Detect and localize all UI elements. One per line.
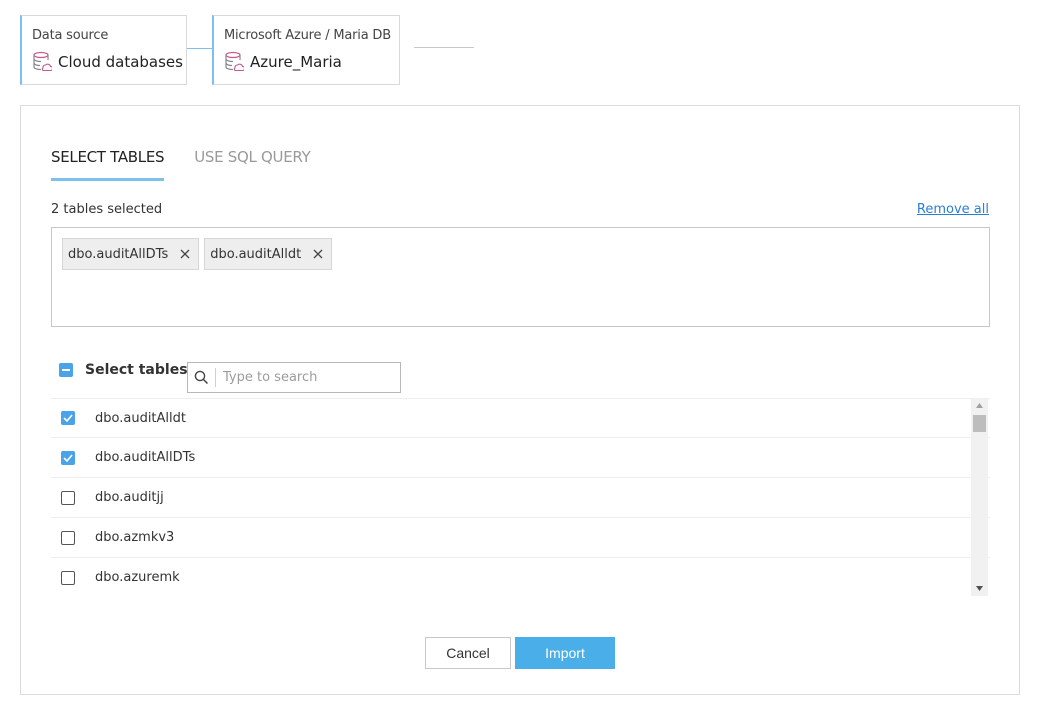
chip-label: dbo.auditAllDTs <box>68 246 169 262</box>
table-row[interactable]: dbo.auditAllDTs <box>51 438 990 478</box>
scroll-up-icon[interactable] <box>971 398 988 413</box>
close-icon[interactable] <box>178 247 192 261</box>
table-row[interactable]: dbo.auditjj <box>51 478 990 518</box>
tab-use-sql-query[interactable]: USE SQL QUERY <box>194 148 311 181</box>
table-name: dbo.azmkv3 <box>95 530 175 545</box>
table-row[interactable]: dbo.azmkv3 <box>51 518 990 558</box>
cloud-database-icon <box>225 51 244 72</box>
row-checkbox[interactable] <box>61 450 75 465</box>
table-name: dbo.azuremk <box>95 570 180 585</box>
tab-bar: SELECT TABLES USE SQL QUERY <box>51 148 340 181</box>
minus-icon <box>62 369 70 371</box>
select-tables-header: Select tables <box>59 362 188 378</box>
selected-table-chip: dbo.auditAlldt <box>204 238 333 270</box>
table-search <box>187 362 401 393</box>
table-selection-panel: SELECT TABLES USE SQL QUERY 2 tables sel… <box>20 105 1020 695</box>
table-name: dbo.auditAllDTs <box>95 450 196 465</box>
scroll-down-icon[interactable] <box>971 581 988 596</box>
breadcrumb-value: Azure_Maria <box>250 53 342 71</box>
table-name: dbo.auditAlldt <box>95 410 186 426</box>
breadcrumb-data-source[interactable]: Data source Cloud databases <box>20 15 187 85</box>
row-checkbox[interactable] <box>61 490 75 505</box>
close-icon[interactable] <box>311 247 325 261</box>
row-checkbox[interactable] <box>61 570 75 585</box>
table-row[interactable]: dbo.azuremk <box>51 558 990 596</box>
select-all-checkbox[interactable] <box>59 363 73 377</box>
breadcrumb-next-connector <box>414 47 474 48</box>
table-name: dbo.auditjj <box>95 490 164 505</box>
selected-table-chip: dbo.auditAllDTs <box>62 238 200 270</box>
breadcrumb-connector <box>187 48 212 49</box>
row-checkbox[interactable] <box>61 530 75 545</box>
search-input[interactable] <box>223 370 393 385</box>
list-scrollbar[interactable] <box>971 398 988 596</box>
chip-label: dbo.auditAlldt <box>210 246 302 262</box>
search-icon <box>188 368 216 387</box>
cancel-button[interactable]: Cancel <box>425 637 511 669</box>
breadcrumb-caption: Microsoft Azure / Maria DB <box>224 28 391 43</box>
checkmark-icon <box>63 453 73 462</box>
select-tables-label: Select tables <box>85 362 188 378</box>
breadcrumb-connection[interactable]: Microsoft Azure / Maria DB Azure_Maria <box>212 15 400 85</box>
cloud-database-icon <box>33 51 52 72</box>
selected-count: 2 tables selected <box>51 202 163 217</box>
tab-select-tables[interactable]: SELECT TABLES <box>51 148 165 181</box>
selected-tables-box: dbo.auditAllDTs dbo.auditAlldt <box>51 227 990 327</box>
import-button[interactable]: Import <box>515 637 615 669</box>
scrollbar-thumb[interactable] <box>973 415 986 432</box>
remove-all-link[interactable]: Remove all <box>917 202 989 217</box>
row-checkbox[interactable] <box>61 411 75 425</box>
checkmark-icon <box>63 414 73 422</box>
table-list: dbo.auditAlldt dbo.auditAllDTs dbo.audit… <box>51 398 990 596</box>
breadcrumb-caption: Data source <box>32 28 109 43</box>
breadcrumb-value: Cloud databases <box>58 53 183 71</box>
table-row[interactable]: dbo.auditAlldt <box>51 398 990 438</box>
